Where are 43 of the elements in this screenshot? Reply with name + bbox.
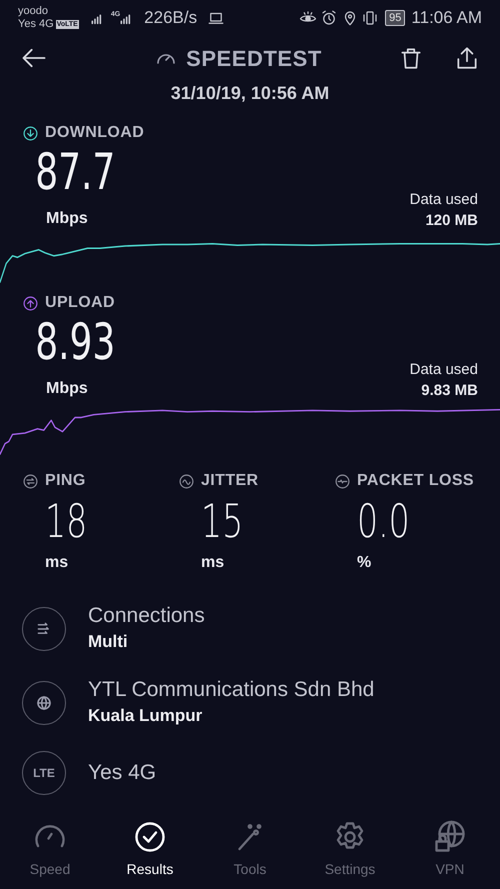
info-subtitle: Multi	[88, 631, 129, 653]
metric-label: PACKET LOSS	[357, 471, 474, 491]
nav-tab[interactable]: VPN	[400, 817, 500, 881]
carrier-name: yoodo	[18, 5, 49, 18]
network-name: Yes 4G	[18, 18, 54, 31]
arrows-icon	[37, 622, 51, 636]
metric-unit: %	[357, 553, 372, 573]
metric-value: 15	[201, 493, 244, 549]
data-used-label: Data used	[410, 190, 478, 210]
result-unit: Mbps	[46, 209, 88, 229]
pulse-icon	[334, 472, 351, 490]
vibrate-icon	[361, 9, 380, 27]
nav-tab[interactable]: Settings	[300, 817, 400, 881]
status-time: 11:06 AM	[411, 7, 482, 30]
metric-label: PING	[45, 471, 86, 491]
info-subtitle: Kuala Lumpur	[88, 705, 204, 727]
data-used-label: Data used	[410, 360, 478, 380]
wave-icon	[178, 472, 195, 490]
battery-level: 95	[385, 10, 406, 26]
info-title: Connections	[88, 603, 205, 629]
result-value: 8.93	[34, 315, 116, 369]
app-title: SPEEDTEST	[186, 44, 322, 72]
alarm-icon	[320, 9, 338, 27]
result-label: UPLOAD	[45, 293, 115, 313]
ping-icon	[22, 472, 39, 490]
metric-unit: ms	[201, 553, 226, 573]
test-date: 31/10/19, 10:56 AM	[170, 82, 330, 105]
nav-tab[interactable]: Tools	[200, 817, 300, 881]
info-title: YTL Communications Sdn Bhd	[88, 677, 374, 703]
metric-value: 0.0	[357, 493, 410, 549]
result-value: 87.7	[34, 145, 116, 199]
nav-tab[interactable]: Speed	[0, 817, 100, 881]
nav-tab[interactable]: Results	[100, 817, 200, 881]
metric-value: 18	[45, 493, 88, 549]
network-type-badge: LTE	[22, 751, 66, 795]
metric-label: JITTER	[201, 471, 259, 491]
result-label: DOWNLOAD	[45, 123, 144, 143]
metric-unit: ms	[45, 553, 70, 573]
network-speed: 226B/s	[144, 7, 198, 30]
data-used-value: 9.83 MB	[421, 381, 478, 401]
result-unit: Mbps	[46, 379, 88, 399]
data-used-value: 120 MB	[425, 211, 478, 231]
info-title: Yes 4G	[88, 760, 156, 786]
